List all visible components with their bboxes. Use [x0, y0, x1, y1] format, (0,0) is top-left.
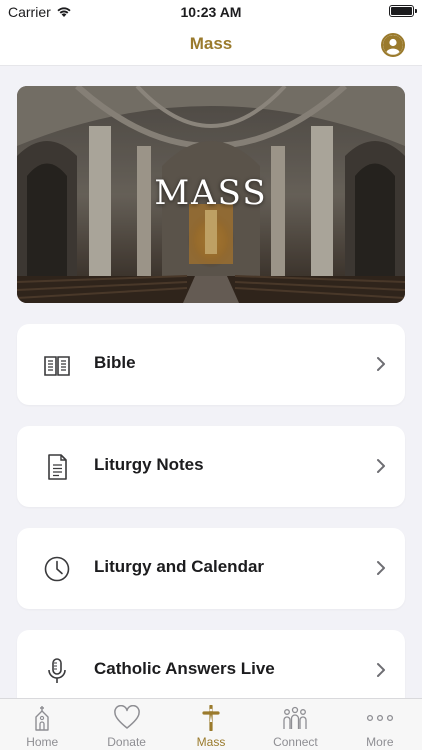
menu-item-label: Catholic Answers Live	[94, 659, 275, 678]
page-title: Mass	[189, 34, 233, 53]
tab-label: Home	[26, 735, 59, 749]
menu-item-label: Liturgy Notes	[94, 455, 204, 474]
tab-label: Mass	[196, 735, 226, 749]
clock-icon	[44, 556, 70, 582]
church-icon	[35, 706, 49, 731]
chevron-right-icon	[377, 459, 385, 473]
person-circle-icon	[383, 35, 403, 55]
document-icon	[48, 454, 67, 480]
menu-item-liturgy-and-calendar[interactable]: Liturgy and Calendar	[17, 528, 405, 609]
tab-label: Donate	[107, 735, 146, 749]
tab-home[interactable]: Home	[0, 699, 84, 750]
heart-icon	[113, 705, 140, 729]
microphone-icon	[48, 658, 66, 683]
people-icon	[283, 706, 308, 729]
chevron-right-icon	[377, 663, 385, 677]
tab-bar: Home Donate Mass Connect More	[0, 698, 422, 750]
chevron-right-icon	[377, 357, 385, 371]
battery-icon	[389, 5, 417, 17]
menu-item-liturgy-notes[interactable]: Liturgy Notes	[17, 426, 405, 507]
tab-more[interactable]: More	[338, 699, 422, 750]
hero-title: MASS	[154, 173, 268, 213]
navigation-bar: Mass	[0, 24, 422, 66]
crucifix-icon	[202, 705, 220, 731]
tab-label: Connect	[273, 735, 318, 749]
menu-item-label: Bible	[94, 353, 136, 372]
chevron-right-icon	[377, 561, 385, 575]
tab-connect[interactable]: Connect	[253, 699, 337, 750]
status-time: 10:23 AM	[180, 4, 242, 20]
profile-button[interactable]	[381, 33, 405, 57]
menu-item-label: Liturgy and Calendar	[94, 557, 265, 576]
status-bar: Carrier 10:23 AM	[0, 0, 422, 24]
more-dots-icon	[366, 714, 393, 722]
tab-mass[interactable]: Mass	[169, 699, 253, 750]
tab-donate[interactable]: Donate	[84, 699, 168, 750]
open-book-icon	[44, 356, 70, 376]
tab-label: More	[366, 735, 394, 749]
hero-banner[interactable]: MASS	[17, 86, 405, 303]
menu-item-bible[interactable]: Bible	[17, 324, 405, 405]
